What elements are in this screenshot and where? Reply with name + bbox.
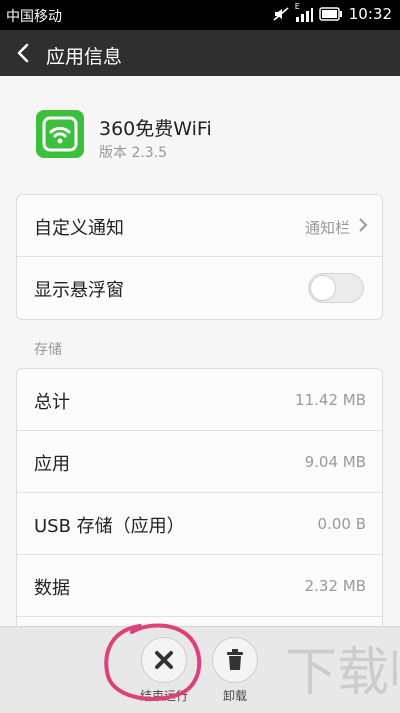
storage-section-label: 存储 <box>34 342 62 358</box>
app-bar: 应用信息 <box>0 30 400 76</box>
row-label: 数据 <box>34 578 70 599</box>
row-value: 0.00 B <box>317 515 366 533</box>
floating-window-row: 显示悬浮窗 <box>17 257 382 319</box>
row-value: 9.04 MB <box>304 453 366 471</box>
status-bar: 中国移动 E 10:32 <box>0 0 400 30</box>
trash-icon <box>212 637 258 683</box>
site-watermark: 下载吧 <box>285 643 397 703</box>
row-label: 自定义通知 <box>34 218 124 239</box>
toggle-knob <box>310 275 336 301</box>
row-label: 总计 <box>34 392 70 413</box>
row-label: 显示悬浮窗 <box>34 280 124 301</box>
page-title: 应用信息 <box>46 46 123 68</box>
force-stop-button[interactable]: 结束运行 <box>134 637 194 704</box>
network-type-label: E <box>294 2 300 11</box>
settings-card: 自定义通知 通知栏 显示悬浮窗 <box>16 194 383 320</box>
app-name: 360免费WiFi <box>99 118 212 140</box>
app-version: 版本 2.3.5 <box>99 145 168 161</box>
back-button[interactable] <box>10 39 38 67</box>
carrier-name: 中国移动 <box>6 9 62 25</box>
storage-row: 数据 2.32 MB <box>17 555 382 617</box>
row-value: 通知栏 <box>304 219 350 237</box>
close-icon <box>141 637 187 683</box>
storage-row: 应用 9.04 MB <box>17 431 382 493</box>
clock: 10:32 <box>348 5 392 23</box>
force-stop-label: 结束运行 <box>139 689 188 703</box>
row-label: USB 存储（应用） <box>34 516 185 537</box>
row-label: 应用 <box>34 454 70 475</box>
row-value: 2.32 MB <box>304 577 366 595</box>
storage-row: 总计 11.42 MB <box>17 369 382 431</box>
uninstall-label: 卸载 <box>222 689 247 703</box>
chevron-left-icon <box>17 43 29 63</box>
uninstall-button[interactable]: 卸载 <box>210 637 260 704</box>
wifi-app-icon <box>36 110 84 158</box>
custom-notification-row[interactable]: 自定义通知 通知栏 <box>17 195 382 257</box>
mute-icon <box>273 6 289 22</box>
storage-row: USB 存储（应用） 0.00 B <box>17 493 382 555</box>
storage-card: 总计 11.42 MB 应用 9.04 MB USB 存储（应用） 0.00 B… <box>16 368 383 636</box>
battery-icon <box>319 7 343 21</box>
row-value: 11.42 MB <box>295 391 366 409</box>
floating-window-toggle[interactable] <box>308 273 364 303</box>
chevron-right-icon <box>358 217 368 237</box>
status-icons: E 10:32 <box>273 2 392 23</box>
signal-icon: E <box>295 2 313 22</box>
app-info-content: 360免费WiFi 版本 2.3.5 自定义通知 通知栏 显示悬浮窗 存储 总计… <box>0 76 400 636</box>
